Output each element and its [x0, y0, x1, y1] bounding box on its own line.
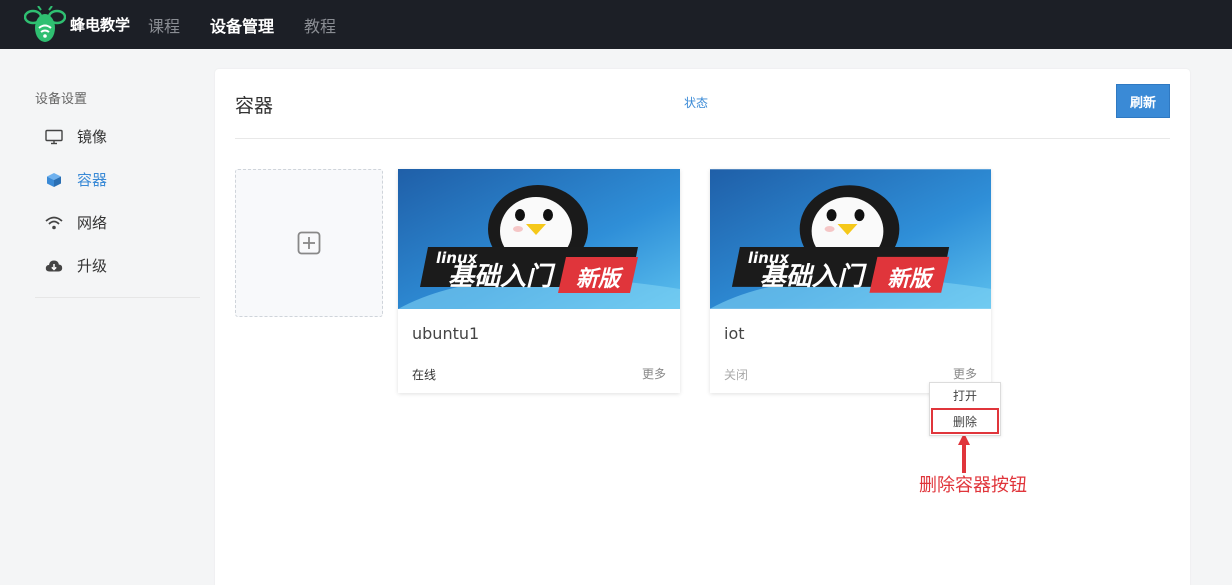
- linux-course-banner: linux 基础入门 新版: [710, 169, 991, 309]
- monitor-icon: [44, 127, 64, 147]
- brand-logo[interactable]: 蜂电教学: [24, 0, 130, 49]
- sidebar-item-label: 镜像: [77, 128, 108, 146]
- thumb-badge: 新版: [887, 267, 935, 292]
- sidebar: 设备设置 镜像 容器 网络 升级: [35, 88, 200, 298]
- nav-item-courses[interactable]: 课程: [148, 13, 180, 37]
- brand-name: 蜂电教学: [70, 16, 131, 34]
- container-action-menu: 打开 删除: [929, 382, 1001, 436]
- wifi-icon: [44, 213, 64, 233]
- add-container-card[interactable]: [235, 169, 383, 317]
- sidebar-item-images[interactable]: 镜像: [35, 115, 200, 158]
- thumb-title: 基础入门: [448, 262, 556, 292]
- container-status: 关闭: [724, 368, 749, 382]
- nav-item-tutorials[interactable]: 教程: [304, 13, 336, 37]
- container-name: iot: [724, 324, 745, 343]
- main-nav: 课程 设备管理 教程: [148, 0, 366, 49]
- container-card[interactable]: linux 基础入门 新版 iot 关闭 更多: [710, 169, 991, 393]
- linux-course-banner: linux 基础入门 新版: [398, 169, 680, 309]
- sidebar-item-upgrade[interactable]: 升级: [35, 244, 200, 287]
- container-thumbnail: linux 基础入门 新版: [398, 169, 680, 309]
- cloud-download-icon: [44, 256, 64, 276]
- container-status: 在线: [412, 368, 437, 382]
- refresh-button[interactable]: 刷新: [1116, 84, 1170, 118]
- nav-item-device-management[interactable]: 设备管理: [210, 13, 274, 37]
- bee-logo-icon: [24, 5, 66, 42]
- thumb-title: 基础入门: [760, 262, 868, 292]
- sidebar-section-title: 设备设置: [35, 92, 88, 107]
- annotation-arrow-icon: [958, 433, 970, 473]
- annotation-label: 删除容器按钮: [919, 475, 1027, 496]
- menu-item-delete[interactable]: 删除: [931, 408, 999, 434]
- containers-panel: 容器 状态 刷新 linux 基础入门 新版 ubuntu1 在线 更多 lin…: [215, 69, 1190, 585]
- sidebar-item-label: 网络: [77, 214, 108, 232]
- sidebar-item-label: 容器: [77, 171, 108, 189]
- container-thumbnail: linux 基础入门 新版: [710, 169, 991, 309]
- container-card[interactable]: linux 基础入门 新版 ubuntu1 在线 更多: [398, 169, 680, 393]
- sidebar-item-label: 升级: [77, 257, 108, 275]
- plus-square-icon: [297, 231, 321, 255]
- header-divider: [235, 138, 1170, 139]
- sidebar-item-network[interactable]: 网络: [35, 201, 200, 244]
- page-title: 容器: [235, 95, 274, 117]
- top-navbar: 蜂电教学 课程 设备管理 教程: [0, 0, 1232, 49]
- thumb-badge: 新版: [576, 266, 624, 292]
- sidebar-divider: [35, 297, 200, 298]
- more-menu-trigger[interactable]: 更多: [953, 365, 977, 382]
- cube-icon: [44, 170, 64, 190]
- menu-item-open[interactable]: 打开: [930, 383, 1000, 408]
- sidebar-item-containers[interactable]: 容器: [35, 158, 200, 201]
- more-menu-trigger[interactable]: 更多: [642, 365, 666, 382]
- container-name: ubuntu1: [412, 324, 480, 343]
- status-link[interactable]: 状态: [684, 94, 708, 111]
